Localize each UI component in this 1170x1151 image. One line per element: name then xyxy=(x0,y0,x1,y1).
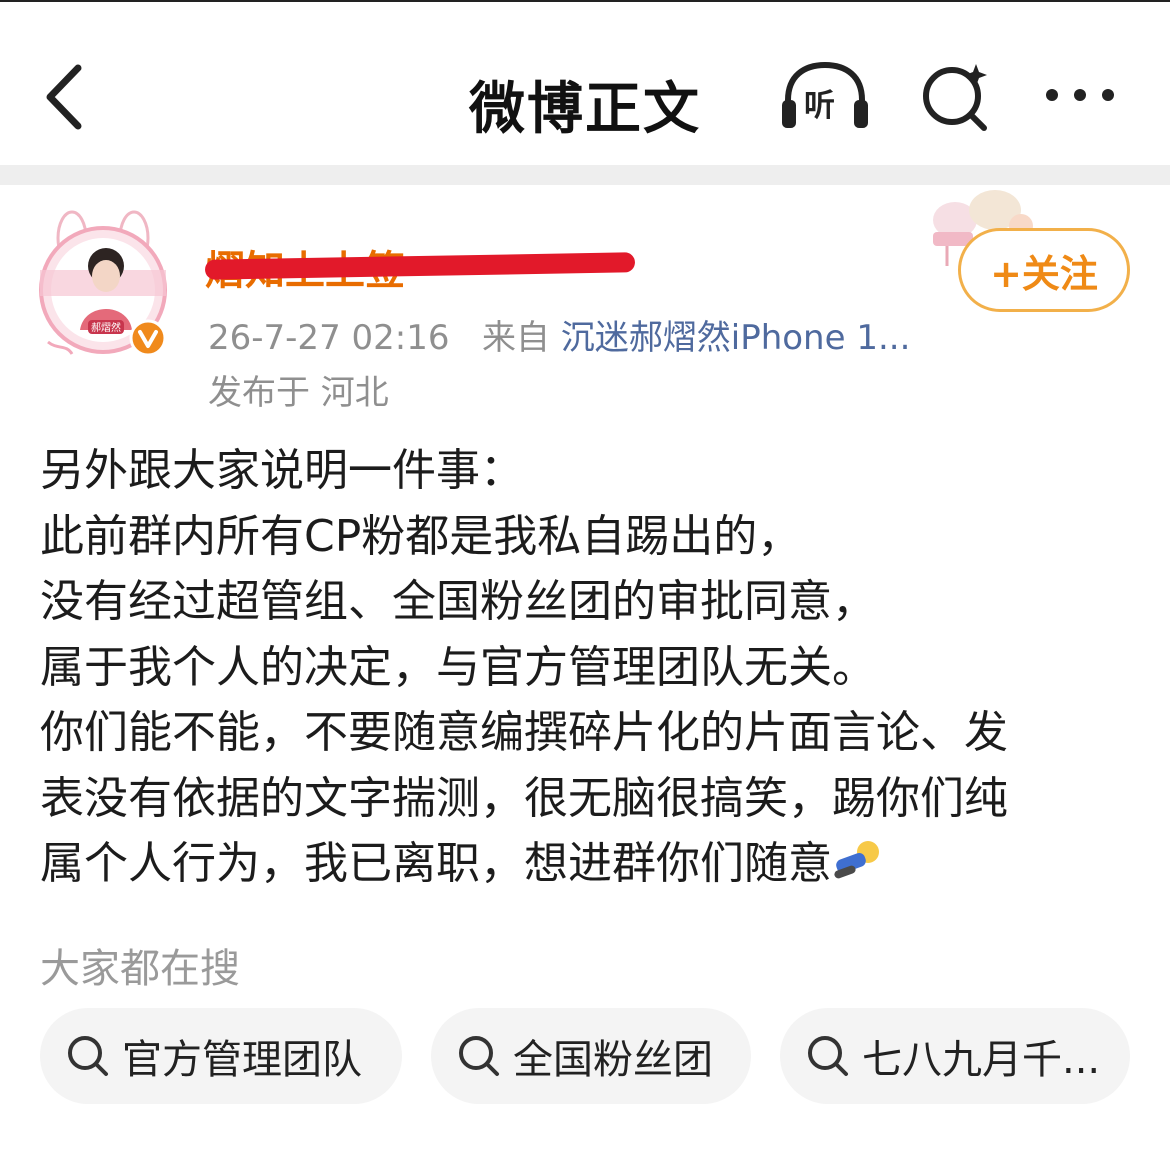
more-button[interactable] xyxy=(1040,80,1120,110)
hot-search-chip-label: 官方管理团队 xyxy=(122,1037,362,1083)
top-nav-bar: 微博正文 听 xyxy=(0,0,1170,167)
hot-search-chip[interactable]: 全国粉丝团 xyxy=(431,1008,751,1104)
post-line: 属于我个人的决定，与官方管理团队无关。 xyxy=(40,641,876,693)
post-source[interactable]: 沉迷郝熠然iPhone 1... xyxy=(561,318,911,358)
username-area[interactable]: 熠知上上签 xyxy=(205,230,635,292)
search-icon xyxy=(459,1036,499,1076)
svg-text:郝熠然: 郝熠然 xyxy=(91,321,121,334)
hot-search-chip[interactable]: 官方管理团队 xyxy=(40,1008,402,1104)
hot-search-chip-label: 七八九月千... xyxy=(862,1037,1101,1083)
post-location: 发布于 河北 xyxy=(208,373,389,413)
more-icon xyxy=(1046,89,1114,101)
follow-button[interactable]: +关注 xyxy=(958,228,1130,312)
post-line: 另外跟大家说明一件事： xyxy=(40,445,524,496)
post-meta: 26-7-27 02:16 来自 沉迷郝熠然iPhone 1... xyxy=(208,310,910,359)
post-content: 另外跟大家说明一件事： 此前群内所有CP粉都是我私自踢出的， 没有经过超管组、全… xyxy=(40,438,1140,897)
post-line: 此前群内所有CP粉都是我私自踢出的， xyxy=(40,510,802,562)
search-button[interactable] xyxy=(918,58,994,134)
hot-search-label: 大家都在搜 xyxy=(40,946,240,992)
hot-search-chip-label: 全国粉丝团 xyxy=(513,1037,713,1083)
avatar[interactable]: 郝熠然 xyxy=(32,210,174,360)
search-sparkle-icon xyxy=(923,64,987,131)
weibo-post-page: 微博正文 听 郝熠然 26-7-27 02:16 来自 沉迷郝熠然iPhone … xyxy=(0,0,1170,1151)
search-icon xyxy=(68,1036,108,1076)
post-line: 没有经过超管组、全国粉丝团的审批同意， xyxy=(40,576,876,627)
post-line: 表没有依据的文字揣测，很无脑很搞笑，踢你们纯 xyxy=(40,772,1008,824)
search-icon xyxy=(808,1036,848,1076)
source-prefix: 来自 xyxy=(481,318,550,358)
lying-flat-emoji-icon xyxy=(834,841,879,879)
post-line: 你们能不能，不要随意编撰碎片化的片面言论、发 xyxy=(40,707,1008,758)
post-line: 属个人行为，我已离职，想进群你们随意 xyxy=(40,838,832,889)
post-timestamp: 26-7-27 02:16 xyxy=(208,318,450,358)
post-line-last: 属个人行为，我已离职，想进群你们随意 xyxy=(40,831,1140,897)
listen-label: 听 xyxy=(804,88,835,124)
verified-badge-icon xyxy=(129,319,167,357)
page-title: 微博正文 xyxy=(469,77,701,142)
hot-search-chip[interactable]: 七八九月千... xyxy=(780,1008,1130,1104)
listen-button[interactable]: 听 xyxy=(778,60,872,134)
